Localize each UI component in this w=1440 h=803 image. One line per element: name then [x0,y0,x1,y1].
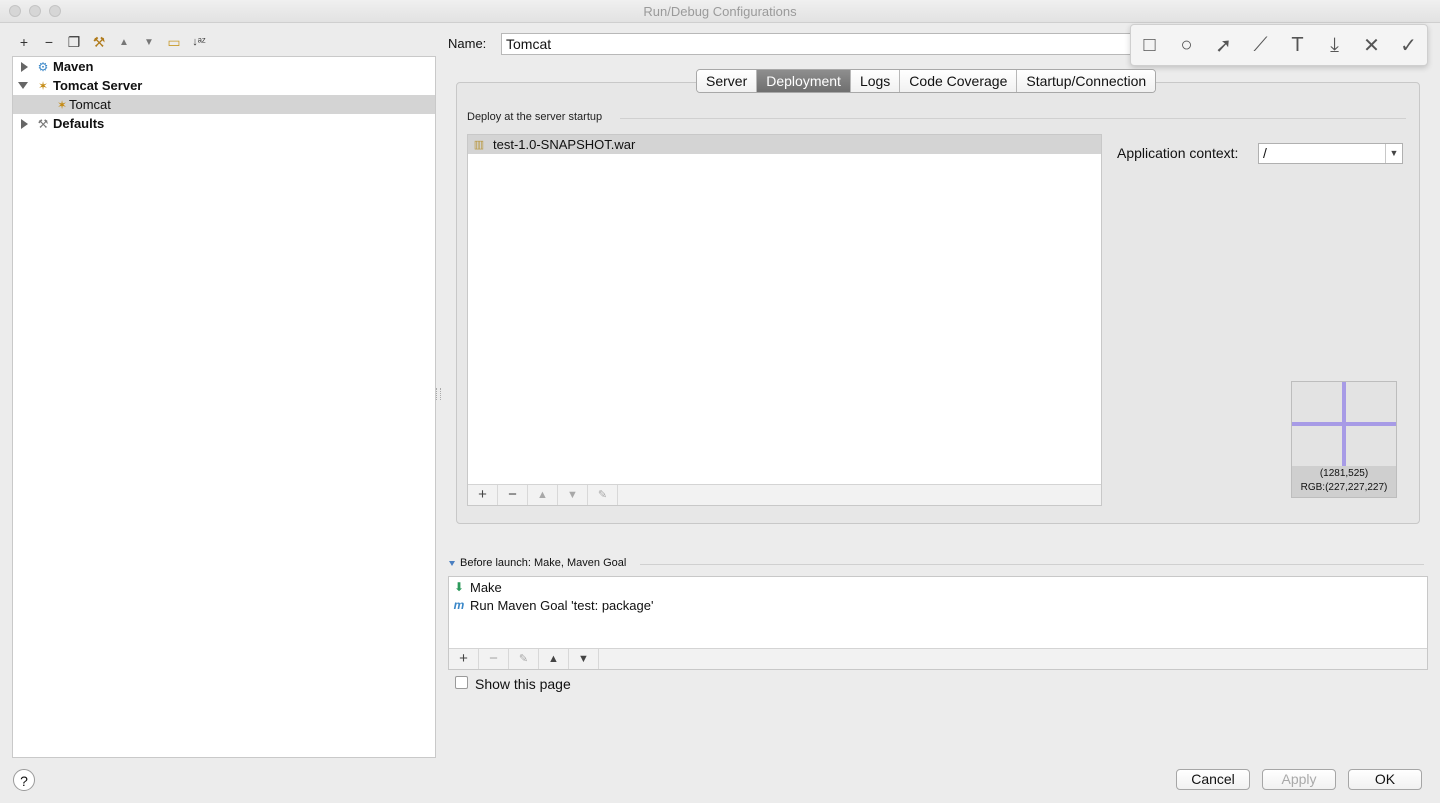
tomcat-icon: ✶ [56,97,68,112]
deploy-section-title: Deploy at the server startup [467,111,603,123]
pen-icon[interactable]: ⟋ [1247,34,1275,57]
make-icon: ⬇ [453,580,465,594]
wrench-icon[interactable]: ⚒ [89,32,109,52]
tree-item-label: Tomcat [69,97,111,112]
tab-logs[interactable]: Logs [850,70,901,92]
app-context-label: Application context: [1117,145,1239,161]
tab-deployment[interactable]: Deployment [757,70,851,92]
add-task-button[interactable]: + [449,649,479,669]
task-label: Make [470,579,502,595]
check-icon[interactable]: ✓ [1395,33,1423,58]
close-icon[interactable]: ✕ [1358,33,1386,58]
magnifier-rgb: RGB:(227,227,227) [1300,482,1388,493]
section-divider [620,118,1406,119]
artifact-list-toolbar: + − ▲ ▼ ✎ [468,484,1101,505]
artifact-list[interactable]: ▥ test-1.0-SNAPSHOT.war + − ▲ ▼ ✎ [467,134,1102,506]
show-page-checkbox[interactable] [455,676,468,689]
move-down-button[interactable]: ▼ [558,485,588,505]
artifact-label: test-1.0-SNAPSHOT.war [493,137,636,152]
tree-item-label: Maven [53,59,94,74]
tree-item-tomcat-server[interactable]: ✶ Tomcat Server [13,76,435,95]
tab-server[interactable]: Server [697,70,758,92]
expand-arrow-icon[interactable] [21,61,28,72]
move-up-button[interactable]: ▲ [539,649,569,669]
task-label: Run Maven Goal 'test: package' [470,597,654,613]
collapse-arrow-icon[interactable] [18,82,28,89]
before-launch-title: Before launch: Make, Maven Goal [460,557,627,569]
folder-icon[interactable]: ▭ [164,32,184,52]
tree-item-defaults[interactable]: ⚒ Defaults [13,114,435,133]
edit-artifact-button[interactable]: ✎ [588,485,618,505]
name-input[interactable]: Tomcat [501,33,1141,55]
download-icon[interactable]: ⤓ [1321,34,1349,57]
plus-icon[interactable]: + [14,32,34,52]
tab-code-coverage[interactable]: Code Coverage [900,70,1018,92]
tab-bar: Server Deployment Logs Code Coverage Sta… [696,69,1157,93]
war-archive-icon: ▥ [473,138,485,151]
copy-icon[interactable]: ❐ [64,32,84,52]
list-item[interactable]: ⬇ Make [449,578,502,596]
before-launch-list[interactable]: ⬇ Make m Run Maven Goal 'test: package' … [448,576,1428,670]
text-icon[interactable]: T [1284,34,1312,57]
app-context-combobox[interactable]: / ▼ [1258,143,1403,164]
list-item[interactable]: m Run Maven Goal 'test: package' [449,596,654,614]
sort-icon[interactable]: ↓ᵃᶻ [189,32,209,52]
circle-icon[interactable]: ○ [1173,34,1201,57]
cancel-button[interactable]: Cancel [1176,769,1250,790]
magnifier-info: (1281,525) RGB:(227,227,227) [1292,466,1396,497]
wrench-icon: ⚒ [37,116,49,131]
edit-task-button[interactable]: ✎ [509,649,539,669]
move-up-button[interactable]: ▲ [528,485,558,505]
before-launch-header[interactable]: Before launch: Make, Maven Goal [449,557,626,569]
maven-gear-icon: ⚙ [37,59,49,74]
section-divider [640,564,1424,565]
name-label: Name: [448,36,487,51]
config-tree[interactable]: ⚙ Maven ✶ Tomcat Server ✶ Tomcat ⚒ Defau… [12,56,436,758]
add-artifact-button[interactable]: + [468,485,498,505]
splitter-handle[interactable] [436,388,441,400]
remove-task-button[interactable]: − [479,649,509,669]
rectangle-icon[interactable]: □ [1136,34,1164,57]
tree-item-label: Defaults [53,116,105,131]
help-button[interactable]: ? [13,769,35,791]
chevron-down-icon[interactable]: ▼ [1385,144,1402,163]
tab-startup-connection[interactable]: Startup/Connection [1017,70,1156,92]
ok-button[interactable]: OK [1348,769,1422,790]
tomcat-icon: ✶ [37,78,49,93]
tree-item-maven[interactable]: ⚙ Maven [13,57,435,76]
before-launch-toolbar: + − ✎ ▲ ▼ [449,648,1427,669]
collapse-arrow-icon[interactable] [449,560,455,566]
move-down-button[interactable]: ▼ [569,649,599,669]
crosshair-horizontal [1292,422,1396,426]
app-context-value: / [1263,145,1267,161]
remove-artifact-button[interactable]: − [498,485,528,505]
tree-item-label: Tomcat Server [53,78,143,93]
list-item[interactable]: ▥ test-1.0-SNAPSHOT.war [468,135,1101,154]
tree-item-tomcat[interactable]: ✶ Tomcat [13,95,435,114]
color-picker-magnifier: (1281,525) RGB:(227,227,227) [1291,381,1397,498]
maven-icon: m [453,598,465,612]
move-up-icon[interactable]: ▲ [114,32,134,52]
arrow-icon[interactable]: ➚ [1210,33,1238,58]
window-title: Run/Debug Configurations [643,4,797,19]
screenshot-toolbar: □ ○ ➚ ⟋ T ⤓ ✕ ✓ [1130,24,1428,66]
move-down-icon[interactable]: ▼ [139,32,159,52]
apply-button[interactable]: Apply [1262,769,1336,790]
minus-icon[interactable]: − [39,32,59,52]
expand-arrow-icon[interactable] [21,118,28,129]
magnifier-coords: (1281,525) [1319,468,1369,479]
show-page-label: Show this page [475,676,571,692]
